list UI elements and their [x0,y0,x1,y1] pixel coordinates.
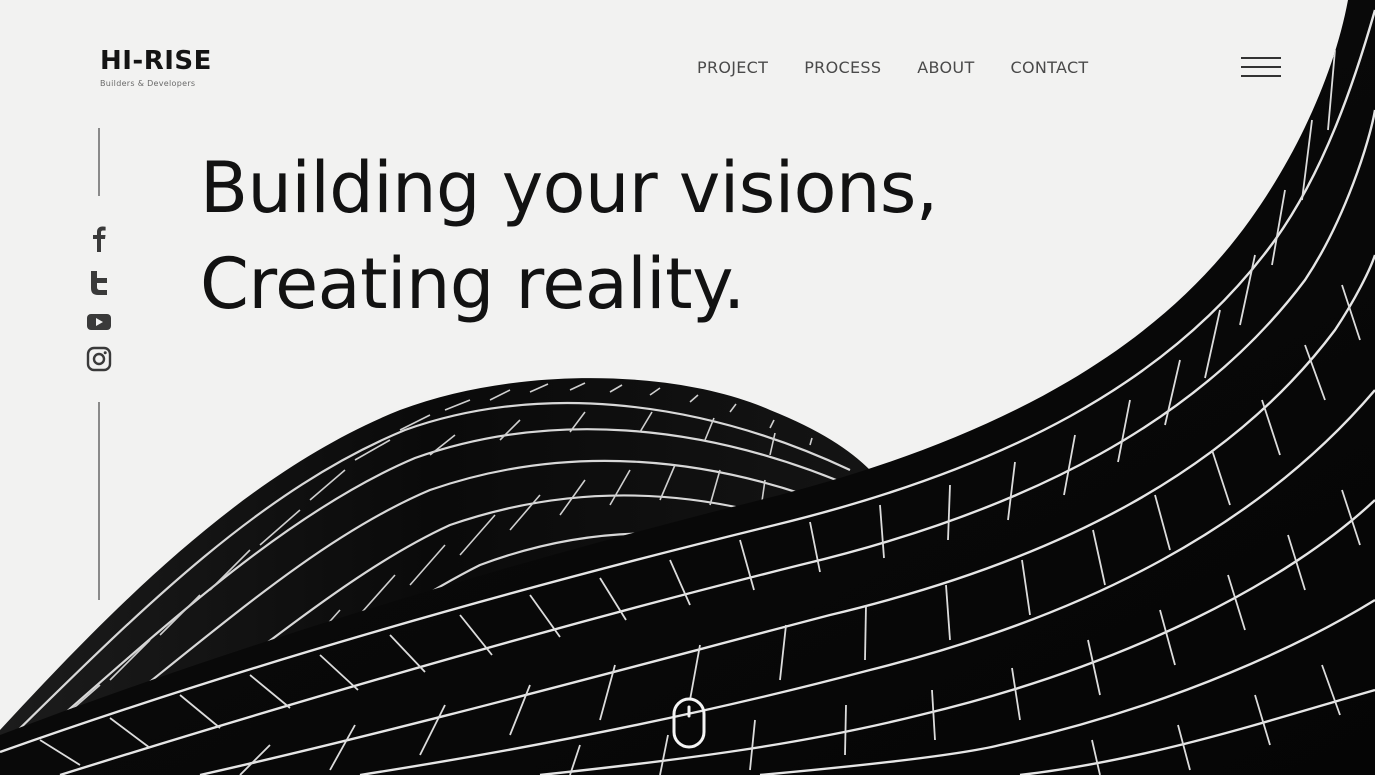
nav-link-process[interactable]: PROCESS [804,58,881,77]
hamburger-menu-icon[interactable] [1241,56,1281,80]
social-divider-bottom [98,402,100,600]
menu-bar-bottom [1241,75,1281,77]
hero-headline: Building your visions, Creating reality. [200,140,938,332]
nav-link-project[interactable]: PROJECT [697,58,768,77]
brand-logo[interactable]: HI-RISE Builders & Developers [100,46,212,88]
youtube-glyph [87,314,111,330]
twitter-glyph [91,271,107,295]
hero-line-1: Building your visions, [200,147,938,229]
nav-link-contact[interactable]: CONTACT [1011,58,1089,77]
brand-tagline: Builders & Developers [100,79,196,88]
mouse-glyph [672,697,706,749]
social-divider-top [98,128,100,196]
mouse-scroll-icon[interactable] [671,697,707,749]
youtube-icon[interactable] [85,309,113,335]
twitter-icon[interactable] [85,270,113,296]
menu-bar-top [1241,57,1281,59]
hero-line-2: Creating reality. [200,243,745,325]
main-nav: PROJECT PROCESS ABOUT CONTACT [697,58,1089,77]
facebook-glyph [93,226,106,252]
menu-bar-middle [1241,66,1281,68]
building-photo [0,0,1375,775]
landing-page: HI-RISE Builders & Developers PROJECT PR… [0,0,1375,775]
instagram-glyph [86,346,112,372]
instagram-icon[interactable] [85,346,113,372]
nav-link-about[interactable]: ABOUT [917,58,974,77]
facebook-icon[interactable] [85,226,113,252]
brand-name: HI-RISE [100,46,212,76]
